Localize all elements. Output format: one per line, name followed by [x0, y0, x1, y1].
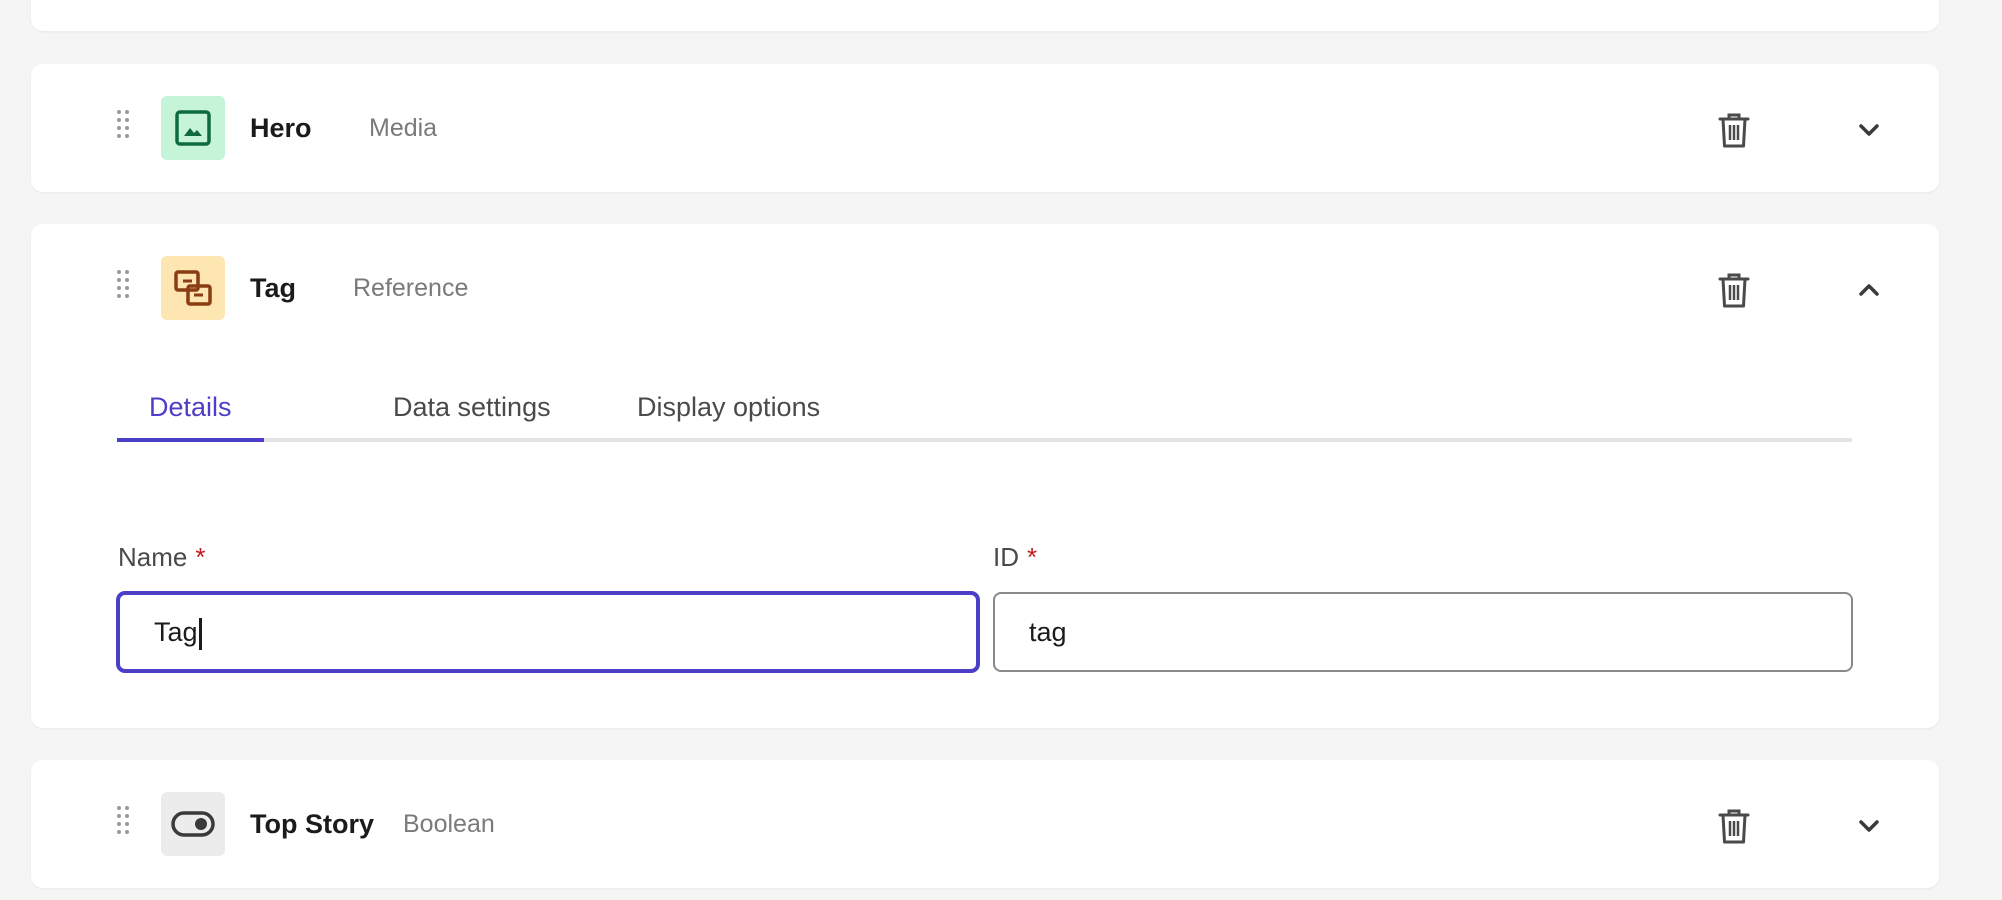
name-field-value: Tag: [154, 617, 198, 647]
field-card-top-story: Top Story Boolean: [31, 760, 1939, 888]
field-type: Boolean: [403, 810, 495, 838]
tab-display-options[interactable]: Display options: [637, 384, 820, 438]
drag-handle-icon[interactable]: [115, 270, 131, 306]
name-field[interactable]: Tag: [117, 592, 979, 672]
required-marker: *: [195, 542, 206, 572]
field-type: Reference: [353, 274, 469, 302]
field-card-partial: [31, 0, 1939, 31]
tab-data-settings[interactable]: Data settings: [393, 384, 551, 438]
chevron-down-icon[interactable]: [1849, 806, 1889, 846]
reference-icon: [161, 256, 225, 320]
drag-handle-icon[interactable]: [115, 806, 131, 842]
drag-handle-icon[interactable]: [115, 110, 131, 146]
field-type: Media: [369, 114, 438, 142]
toggle-icon: [161, 792, 225, 856]
name-label: Name *: [118, 542, 205, 573]
field-name: Hero: [250, 113, 312, 143]
trash-icon[interactable]: [1714, 270, 1754, 310]
text-caret: [198, 617, 202, 650]
id-field-value: tag: [1029, 617, 1067, 647]
field-row-top-story[interactable]: Top Story Boolean: [31, 760, 1939, 888]
field-row-tag[interactable]: Tag Reference: [31, 224, 1939, 352]
trash-icon[interactable]: [1714, 806, 1754, 846]
required-marker: *: [1027, 542, 1038, 572]
chevron-up-icon[interactable]: [1849, 270, 1889, 310]
field-name: Top Story: [250, 809, 374, 839]
field-name: Tag: [250, 273, 296, 303]
chevron-down-icon[interactable]: [1849, 110, 1889, 150]
name-label-text: Name: [118, 542, 188, 572]
id-label: ID *: [993, 542, 1037, 573]
field-tabs: Details Data settings Display options: [117, 384, 1852, 442]
field-card-hero: Hero Media: [31, 64, 1939, 192]
id-label-text: ID: [993, 542, 1019, 572]
trash-icon[interactable]: [1714, 110, 1754, 150]
image-icon: [161, 96, 225, 160]
tab-details[interactable]: Details: [117, 384, 264, 442]
field-card-tag: Tag Reference Details Data settings Disp…: [31, 224, 1939, 728]
field-row-hero[interactable]: Hero Media: [31, 64, 1939, 192]
id-field[interactable]: tag: [993, 592, 1853, 672]
